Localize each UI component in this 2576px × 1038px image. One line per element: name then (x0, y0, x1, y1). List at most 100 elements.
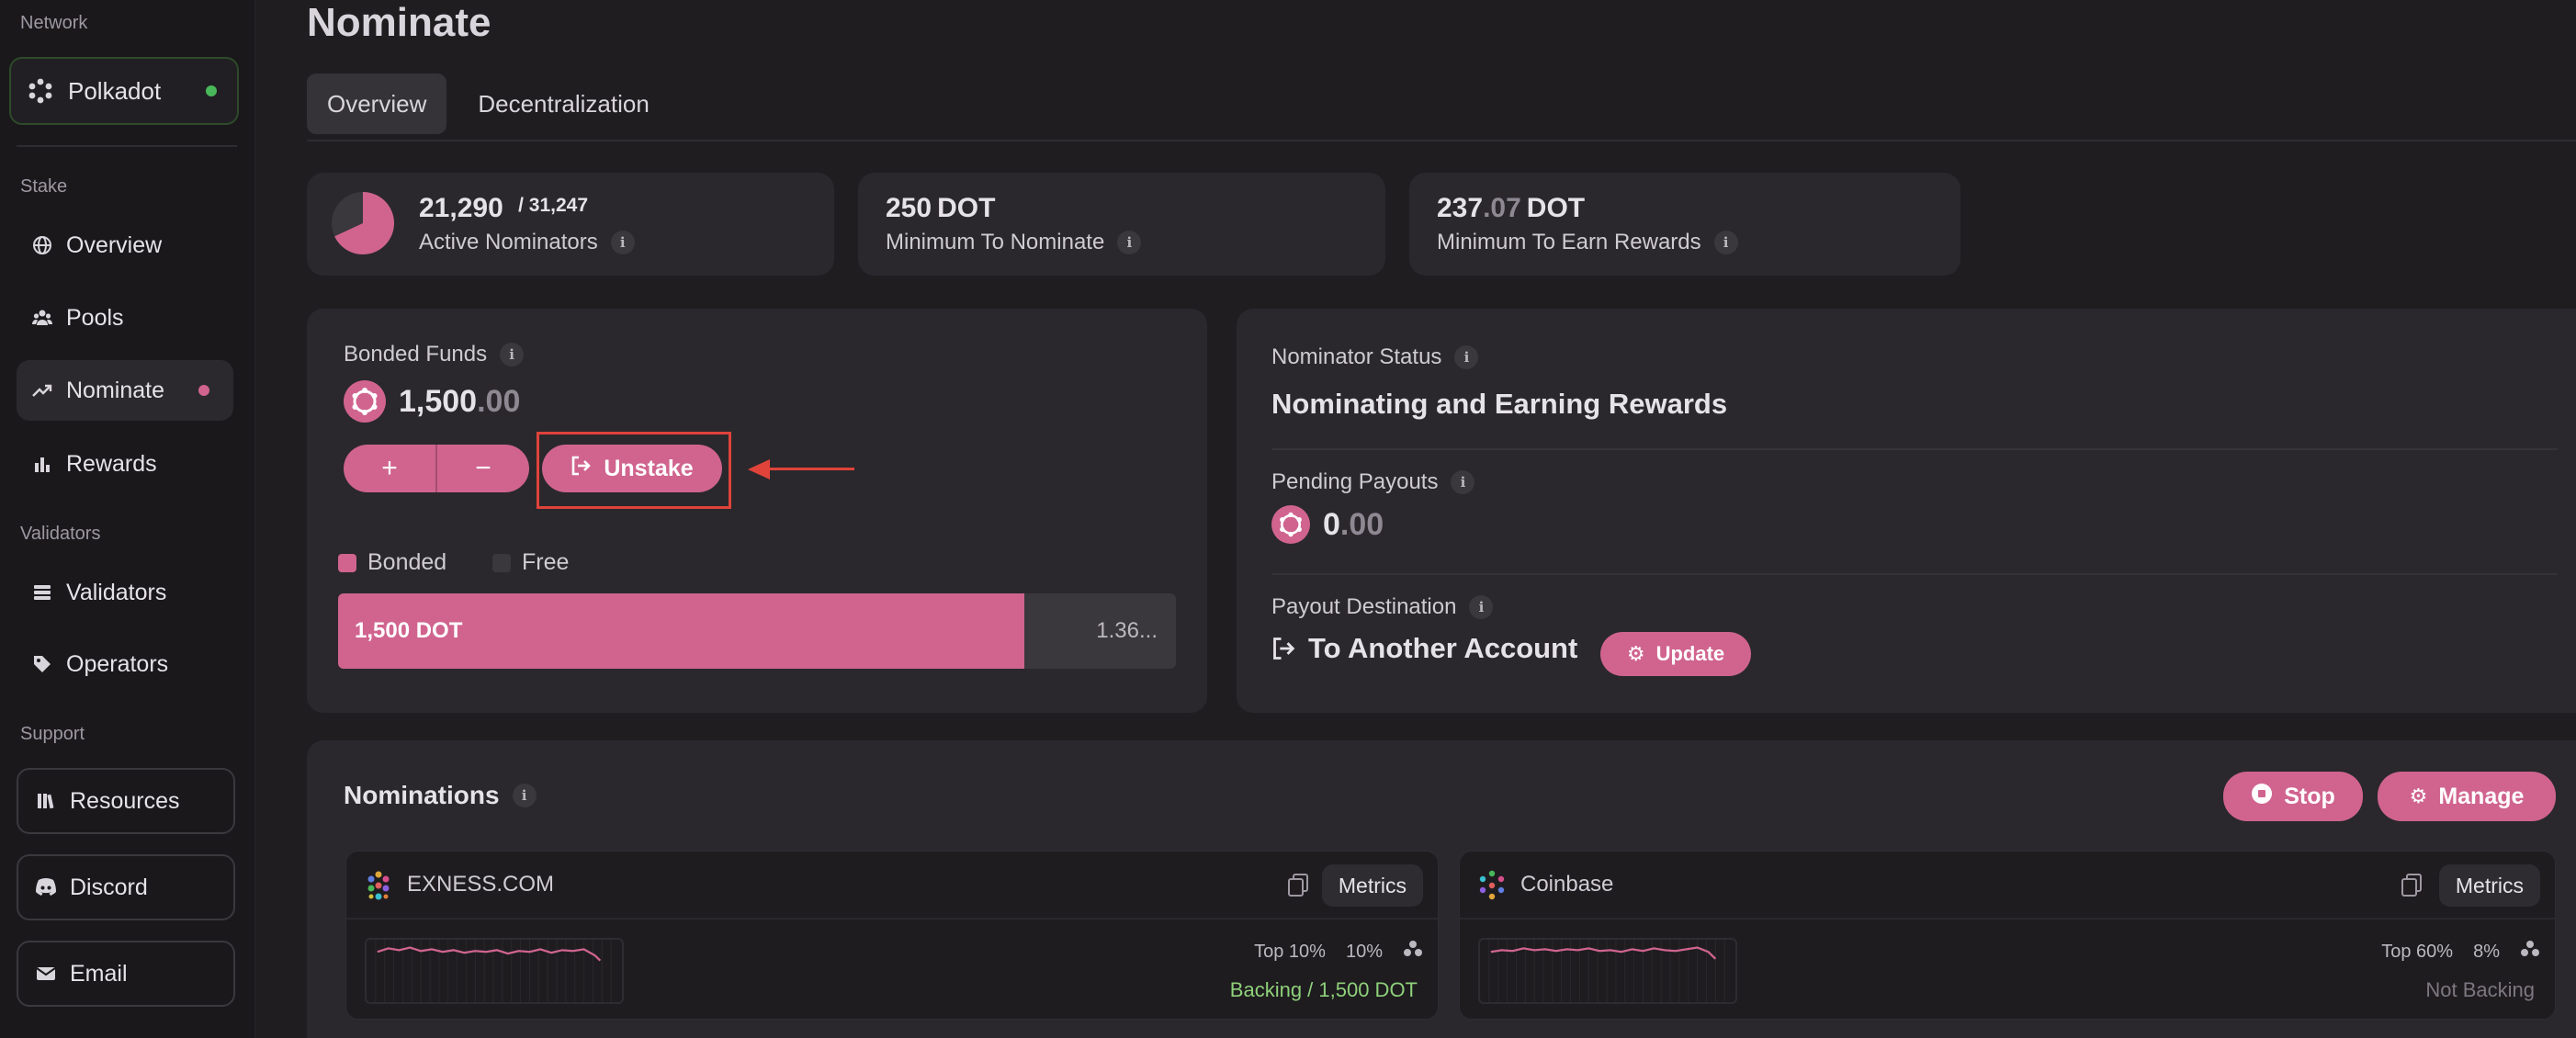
unbond-button[interactable]: − (437, 445, 529, 492)
info-icon[interactable]: i (1451, 470, 1475, 494)
sidebar-item-resources[interactable]: Resources (17, 768, 235, 834)
sidebar-item-pools[interactable]: Pools (17, 288, 233, 348)
validator-commission: 10% (1345, 941, 1383, 962)
validator-commission: 8% (2473, 941, 2500, 962)
bonded-funds-label: Bonded Funds i (344, 342, 525, 367)
polkadot-icon (28, 78, 52, 104)
free-bar-label: 1.36... (1096, 618, 1158, 643)
sidebar: Network Polkadot Stake Overview Pools No… (0, 0, 255, 1038)
users-icon (31, 307, 53, 329)
active-nominators-pie-icon (332, 192, 395, 254)
envelope-icon (35, 963, 57, 985)
tab-overview[interactable]: Overview (307, 73, 447, 134)
info-icon[interactable]: i (610, 231, 635, 254)
tag-icon (31, 653, 53, 675)
annotation-highlight-box (537, 432, 731, 509)
validator-rank: Top 60% (2381, 941, 2454, 962)
nominations-title: Nominations i (344, 781, 537, 810)
validator-identicon (367, 871, 390, 900)
app: Network Polkadot Stake Overview Pools No… (0, 0, 2576, 1038)
gear-icon: ⚙ (1626, 642, 1645, 665)
sidebar-item-label: Validators (66, 579, 167, 605)
tab-decentralization[interactable]: Decentralization (458, 73, 669, 134)
network-selector[interactable]: Polkadot (9, 57, 239, 125)
active-nominators-label: Active Nominators i (419, 230, 635, 255)
manage-nominations-button[interactable]: ⚙ Manage (2378, 772, 2556, 821)
bonded-amount: 1,500.00 (344, 380, 520, 423)
active-nominators-card: 21,290 / 31,247 Active Nominators i (307, 173, 834, 276)
sidebar-item-validators[interactable]: Validators (17, 562, 233, 623)
sidebar-item-rewards[interactable]: Rewards (17, 434, 233, 494)
trending-up-icon (31, 379, 53, 401)
active-indicator-dot (198, 385, 209, 396)
info-icon[interactable]: i (500, 343, 525, 367)
legend-bonded: Bonded (338, 549, 446, 576)
pending-payouts-amount: 0.00 (1271, 505, 1384, 544)
support-section-label: Support (20, 724, 85, 744)
bonded-bar-fill: 1,500 DOT (338, 593, 1024, 669)
validator-card-divider (1460, 918, 2555, 920)
status-divider (1271, 448, 2558, 450)
sidebar-item-label: Resources (70, 787, 180, 814)
network-section-label: Network (20, 13, 88, 33)
min-rewards-card: 237.07 DOT Minimum To Earn Rewards i (1409, 173, 1960, 276)
copy-icon[interactable] (2401, 874, 2423, 897)
annotation-arrow-head (748, 459, 770, 480)
sidebar-item-label: Rewards (66, 450, 157, 477)
sidebar-item-label: Overview (66, 231, 163, 258)
metrics-button[interactable]: Metrics (2438, 864, 2540, 907)
validator-card-exness[interactable]: EXNESS.COM Metrics Top 10% 10% Backing /… (345, 851, 1439, 1020)
legend-free: Free (492, 549, 569, 576)
annotation-arrow (766, 468, 854, 470)
validator-card-coinbase[interactable]: Coinbase Metrics Top 60% 8% Not Backing (1459, 851, 2556, 1020)
total-nominators: / 31,247 (518, 195, 589, 216)
update-payout-button[interactable]: ⚙ Update (1600, 632, 1751, 676)
sidebar-item-nominate[interactable]: Nominate (17, 360, 233, 421)
network-status-dot (206, 85, 217, 96)
sign-out-icon (1273, 637, 1295, 660)
sidebar-item-operators[interactable]: Operators (17, 634, 233, 694)
info-icon[interactable]: i (1713, 231, 1738, 254)
validator-card-divider (346, 918, 1438, 920)
backing-status: Not Backing (2425, 978, 2535, 1001)
bar-chart-icon (31, 453, 53, 475)
sidebar-item-label: Nominate (66, 377, 164, 403)
discord-icon (35, 876, 57, 898)
bond-more-button[interactable]: + (344, 445, 435, 492)
sidebar-item-discord[interactable]: Discord (17, 854, 235, 920)
globe-icon (31, 234, 53, 256)
page-title: Nominate (307, 0, 491, 45)
validator-stats: Top 60% 8% (2361, 940, 2540, 964)
stop-nominating-button[interactable]: Stop (2223, 772, 2363, 821)
validator-identicon (1479, 870, 1505, 900)
info-icon[interactable]: i (512, 784, 537, 807)
min-nominate-card: 250 DOT Minimum To Nominate i (858, 173, 1385, 276)
nominators-icon (2520, 940, 2540, 964)
sidebar-item-label: Email (70, 960, 128, 987)
info-icon[interactable]: i (1117, 231, 1142, 254)
era-points-sparkline (1478, 938, 1737, 1004)
stop-circle-icon (2251, 783, 2273, 810)
sidebar-item-overview[interactable]: Overview (17, 215, 233, 276)
nominators-icon (1403, 940, 1423, 964)
nominator-status-value: Nominating and Earning Rewards (1271, 388, 1728, 420)
validators-section-label: Validators (20, 524, 101, 544)
payout-destination-label: Payout Destination i (1271, 594, 1494, 620)
polkadot-token-icon (344, 380, 386, 423)
sidebar-item-label: Pools (66, 304, 124, 331)
metrics-button[interactable]: Metrics (1321, 864, 1423, 907)
min-rewards-label: Minimum To Earn Rewards i (1437, 230, 1738, 255)
gear-icon: ⚙ (2409, 784, 2428, 807)
sidebar-item-email[interactable]: Email (17, 941, 235, 1007)
validator-stats: Top 10% 10% (1234, 940, 1423, 964)
validator-rank: Top 10% (1254, 941, 1326, 962)
sidebar-divider (17, 145, 237, 147)
tab-bar: Overview Decentralization (307, 73, 670, 134)
payout-destination-value: To Another Account (1271, 632, 1577, 665)
info-icon[interactable]: i (1454, 345, 1479, 369)
copy-icon[interactable] (1287, 874, 1309, 897)
active-nominators-value: 21,290 / 31,247 (419, 193, 589, 223)
era-points-sparkline (365, 938, 624, 1004)
info-icon[interactable]: i (1469, 595, 1494, 619)
validator-name: EXNESS.COM (407, 872, 555, 897)
